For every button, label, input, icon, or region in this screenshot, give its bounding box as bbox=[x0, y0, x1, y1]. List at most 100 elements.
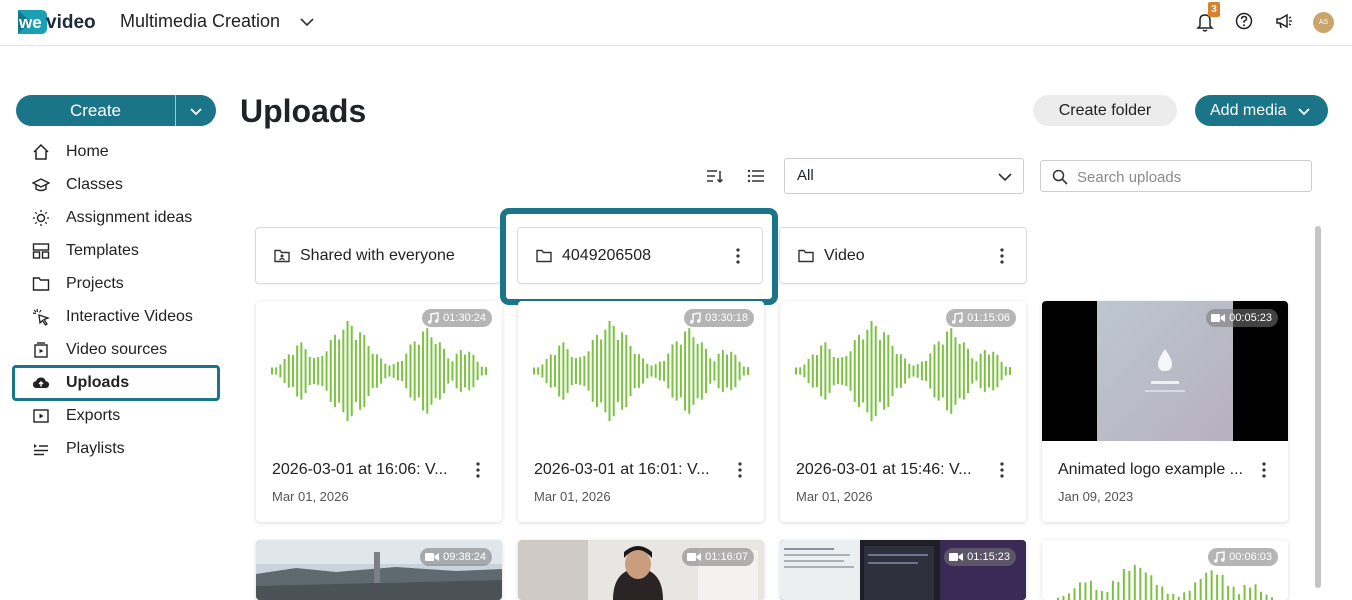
media-card[interactable]: 01:15:23 bbox=[780, 540, 1026, 600]
scrollbar-thumb[interactable] bbox=[1315, 226, 1321, 588]
chevron-down-icon[interactable] bbox=[299, 14, 315, 30]
media-card[interactable]: 00:06:03 bbox=[1042, 540, 1288, 600]
list-view-icon[interactable] bbox=[747, 168, 765, 184]
waveform-bar bbox=[533, 367, 535, 375]
waveform-bar bbox=[811, 354, 814, 388]
waveform-bar bbox=[426, 328, 429, 414]
waveform-bar bbox=[459, 350, 462, 392]
waveform-bar bbox=[979, 353, 982, 389]
sidebar-item-playlists[interactable]: Playlists bbox=[0, 432, 230, 465]
waveform-bar bbox=[1111, 580, 1114, 600]
waveform-bar bbox=[1117, 581, 1120, 600]
sidebar-item-templates[interactable]: Templates bbox=[0, 234, 230, 267]
waveform-bar bbox=[696, 343, 699, 399]
waveform-bar bbox=[916, 364, 919, 378]
duration-badge: 00:06:03 bbox=[1208, 548, 1278, 566]
waveform-bar bbox=[541, 364, 544, 378]
more-options-icon[interactable] bbox=[1000, 462, 1004, 478]
waveform-bar bbox=[1128, 571, 1131, 600]
more-options-icon[interactable] bbox=[476, 462, 480, 478]
waveform-bar bbox=[667, 353, 670, 389]
sort-icon[interactable] bbox=[706, 168, 724, 184]
more-options-icon[interactable] bbox=[1262, 462, 1266, 478]
folder-card-video[interactable]: Video bbox=[779, 227, 1027, 284]
waveform-bar bbox=[480, 366, 483, 376]
workspace-title[interactable]: Multimedia Creation bbox=[120, 11, 280, 32]
create-folder-button[interactable]: Create folder bbox=[1033, 95, 1177, 126]
waveform-bar bbox=[1067, 593, 1070, 600]
sidebar-item-exports[interactable]: Exports bbox=[0, 399, 230, 432]
waveform-bar bbox=[845, 355, 848, 387]
waveform-bar bbox=[329, 340, 332, 402]
waveform-bar bbox=[443, 348, 446, 394]
more-options-icon[interactable] bbox=[738, 462, 742, 478]
media-card[interactable]: 01:15:06 2026-03-01 at 15:46: V... Mar 0… bbox=[780, 301, 1026, 522]
sidebar-item-home[interactable]: Home bbox=[0, 135, 230, 168]
folder-name: Shared with everyone bbox=[300, 247, 455, 264]
waveform-bar bbox=[396, 361, 399, 381]
waveform-bar bbox=[874, 325, 877, 417]
duration-text: 01:30:24 bbox=[443, 312, 486, 324]
waveform-bar bbox=[621, 332, 624, 410]
media-card[interactable]: 01:30:24 2026-03-01 at 16:06: V... Mar 0… bbox=[256, 301, 502, 522]
create-dropdown-button[interactable] bbox=[176, 95, 216, 126]
waveform-bar bbox=[476, 361, 479, 381]
waveform-bar bbox=[604, 329, 607, 413]
folder-card-shared[interactable]: Shared with everyone bbox=[255, 227, 501, 284]
waveform-bar bbox=[637, 354, 640, 388]
waveform-bar bbox=[1073, 588, 1076, 600]
waveform-bar bbox=[679, 344, 682, 398]
waveform-bar bbox=[815, 355, 818, 387]
avatar[interactable]: AS bbox=[1313, 12, 1334, 33]
waveform-bar bbox=[485, 367, 487, 375]
help-icon[interactable] bbox=[1235, 12, 1253, 30]
waveform-bar bbox=[946, 331, 949, 411]
announcement-icon[interactable] bbox=[1275, 12, 1293, 30]
media-title: 2026-03-01 at 16:06: V... bbox=[272, 461, 448, 478]
wevideo-logo[interactable]: we video bbox=[15, 6, 101, 38]
waveform-bar bbox=[730, 351, 733, 391]
media-card[interactable]: 00:05:23 Animated logo example ... Jan 0… bbox=[1042, 301, 1288, 522]
waveform-bar bbox=[870, 320, 873, 422]
search-input[interactable] bbox=[1077, 167, 1302, 187]
media-card[interactable]: 01:16:07 bbox=[518, 540, 764, 600]
waveform-bar bbox=[545, 358, 548, 384]
waveform-bar bbox=[401, 360, 404, 382]
waveform-bar bbox=[1100, 591, 1103, 600]
waveform-bar bbox=[367, 345, 370, 397]
create-button[interactable]: Create bbox=[16, 95, 176, 126]
waveform-bar bbox=[1084, 582, 1087, 600]
sidebar-item-video-sources[interactable]: Video sources bbox=[0, 333, 230, 366]
add-media-button[interactable]: Add media bbox=[1195, 95, 1328, 126]
waveform-bar bbox=[832, 356, 835, 386]
duration-text: 01:15:06 bbox=[967, 312, 1010, 324]
waveform-bar bbox=[612, 325, 615, 417]
sidebar-item-interactive-videos[interactable]: Interactive Videos bbox=[0, 300, 230, 333]
more-options-icon[interactable] bbox=[1000, 248, 1004, 264]
duration-badge: 01:16:07 bbox=[682, 548, 754, 566]
waveform-bar bbox=[317, 357, 320, 385]
sidebar-item-projects[interactable]: Projects bbox=[0, 267, 230, 300]
media-card[interactable]: 03:30:18 2026-03-01 at 16:01: V... Mar 0… bbox=[518, 301, 764, 522]
filter-select[interactable]: All bbox=[784, 158, 1024, 194]
waveform-bar bbox=[434, 343, 437, 399]
media-date: Mar 01, 2026 bbox=[534, 489, 611, 504]
sidebar-item-assignment-ideas[interactable]: Assignment ideas bbox=[0, 201, 230, 234]
waveform-bar bbox=[591, 340, 594, 402]
sidebar-item-label: Templates bbox=[66, 241, 139, 259]
waveform-bar bbox=[836, 358, 839, 384]
waveform-bar bbox=[700, 342, 703, 400]
sidebar-item-classes[interactable]: Classes bbox=[0, 168, 230, 201]
waveform-bar bbox=[992, 351, 995, 391]
waveform-bar bbox=[409, 344, 412, 398]
add-media-label: Add media bbox=[1210, 101, 1287, 119]
waveform-bar bbox=[1062, 595, 1065, 600]
sidebar-item-label: Playlists bbox=[66, 439, 125, 457]
music-note-icon bbox=[1214, 551, 1225, 563]
video-camera-icon bbox=[425, 553, 440, 561]
waveform-bar bbox=[1221, 574, 1224, 600]
waveform-bar bbox=[954, 337, 957, 405]
media-card[interactable]: 09:38:24 bbox=[256, 540, 502, 600]
waveform-bar bbox=[895, 353, 898, 389]
export-icon bbox=[33, 409, 49, 423]
